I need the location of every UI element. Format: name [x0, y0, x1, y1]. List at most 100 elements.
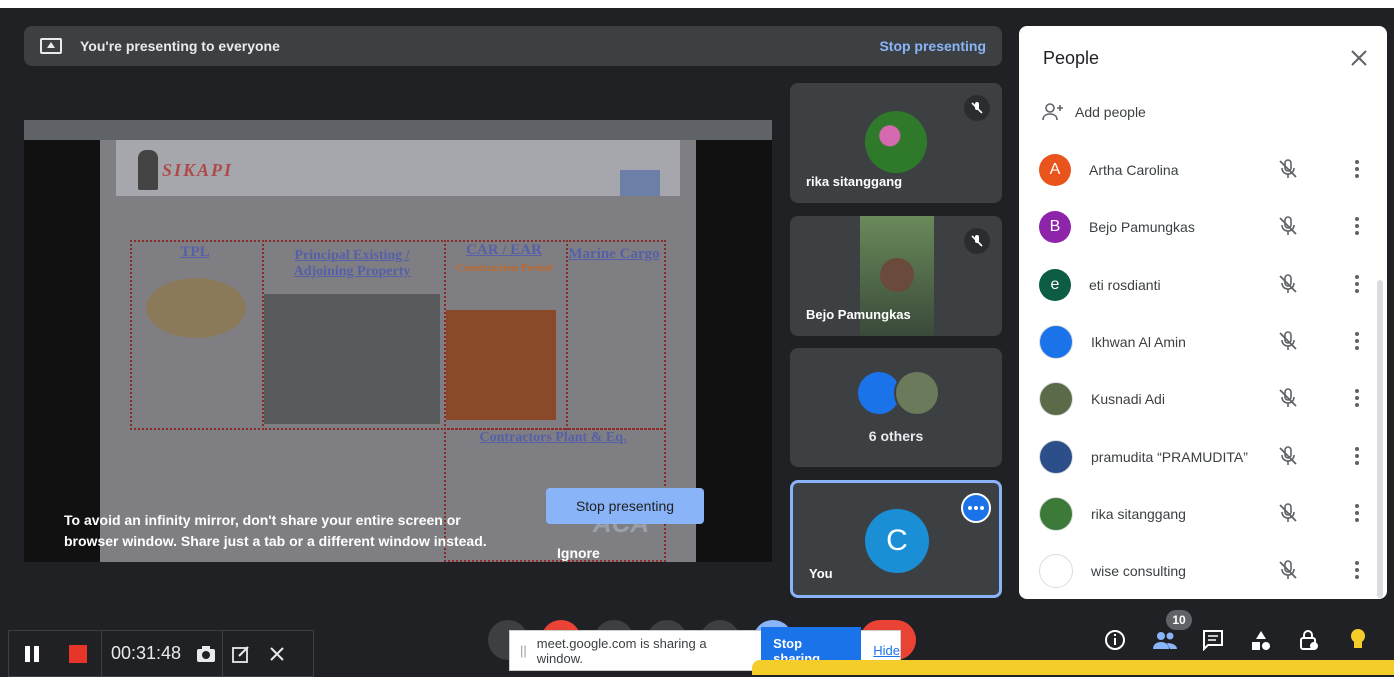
participant-tile-you[interactable]: C You — [790, 480, 1002, 598]
mic-off-icon[interactable] — [1277, 158, 1299, 185]
mic-off-icon[interactable] — [1277, 330, 1299, 357]
slide-title-contractors: Contractors Plant & Eq. — [479, 430, 627, 445]
others-count: 6 others — [868, 428, 924, 444]
participant-row[interactable]: rika sitanggang — [1039, 494, 1359, 534]
more-options-icon[interactable] — [961, 493, 991, 523]
avatar: A — [1039, 154, 1071, 186]
participant-row[interactable]: wise consulting — [1039, 551, 1359, 591]
participant-name: pramudita “PRAMUDITA” — [1091, 448, 1248, 465]
participant-name: Bejo Pamungkas — [806, 307, 911, 322]
slide-refinery-image — [264, 294, 440, 424]
slide-fire-image — [446, 310, 556, 420]
participant-tile-others[interactable]: 6 others — [790, 348, 1002, 467]
add-people-button[interactable]: Add people — [1041, 100, 1146, 124]
mic-off-icon[interactable] — [1277, 387, 1299, 414]
annotate-icon[interactable] — [223, 645, 259, 663]
activities-icon[interactable] — [1250, 625, 1272, 655]
participant-row[interactable]: B Bejo Pamungkas — [1039, 207, 1359, 247]
person-figure — [880, 258, 914, 292]
ignore-button[interactable]: Ignore — [557, 545, 600, 561]
people-scrollbar[interactable] — [1377, 280, 1383, 598]
mascot-icon — [138, 150, 158, 190]
you-avatar: C — [865, 509, 929, 573]
lightbulb-icon[interactable] — [1350, 625, 1366, 655]
slide-logo: SIKAPI — [162, 160, 234, 180]
more-vert-icon[interactable] — [1355, 503, 1359, 525]
present-screen-icon — [40, 38, 62, 54]
record-timer: 00:31:48 — [110, 643, 182, 663]
participant-name: Kusnadi Adi — [1091, 391, 1165, 408]
participant-row[interactable]: pramudita “PRAMUDITA” — [1039, 437, 1359, 477]
participant-tile-rika[interactable]: rika sitanggang — [790, 83, 1002, 203]
mic-off-icon[interactable] — [1277, 502, 1299, 529]
slide-badge-icon — [620, 170, 660, 196]
slide-header: SIKAPI — [116, 140, 680, 196]
more-vert-icon[interactable] — [1355, 217, 1359, 238]
avatar — [894, 370, 940, 416]
participant-row[interactable]: e eti rosdianti — [1039, 265, 1359, 305]
more-vert-icon[interactable] — [1355, 274, 1359, 296]
stop-presenting-link[interactable]: Stop presenting — [879, 38, 986, 54]
participant-row[interactable]: Kusnadi Adi — [1039, 379, 1359, 419]
infinity-mirror-warning: To avoid an infinity mirror, don't share… — [64, 512, 487, 549]
people-panel: People Add people A Artha Carolina B Bejo P… — [1019, 26, 1387, 599]
avatar — [1039, 439, 1073, 474]
slide-title-marine: Marine Cargo — [568, 246, 660, 262]
participant-name: Ikhwan Al Amin — [1091, 333, 1186, 350]
slide-explosion-image — [146, 278, 246, 338]
presenting-banner: You're presenting to everyone Stop prese… — [24, 26, 1002, 66]
add-people-label: Add people — [1075, 104, 1146, 120]
participant-row[interactable]: A Artha Carolina — [1039, 150, 1359, 190]
chat-icon[interactable] — [1202, 625, 1224, 655]
participant-name: rika sitanggang — [806, 174, 903, 189]
recording-toolbar: 00:31:48 — [8, 630, 314, 677]
close-recorder-icon[interactable] — [259, 646, 295, 662]
people-icon[interactable] — [1152, 625, 1178, 655]
mic-off-icon[interactable] — [1277, 559, 1299, 586]
close-icon[interactable] — [1347, 46, 1371, 70]
hide-link[interactable]: Hide — [873, 643, 900, 658]
people-title: People — [1043, 48, 1100, 68]
avatar — [1039, 496, 1073, 531]
add-person-icon — [1042, 103, 1063, 121]
participant-name: Artha Carolina — [1089, 162, 1179, 178]
stop-record-icon[interactable] — [55, 644, 101, 664]
avatar: B — [1039, 211, 1071, 244]
participant-name: wise consulting — [1091, 563, 1186, 580]
avatar — [1039, 324, 1073, 359]
participant-tile-bejo[interactable]: Bejo Pamungkas — [790, 216, 1002, 336]
mic-off-icon[interactable] — [1277, 273, 1299, 300]
pause-icon[interactable] — [9, 645, 55, 663]
participant-name: rika sitanggang — [1091, 505, 1186, 522]
mic-off-icon[interactable] — [1277, 215, 1299, 242]
info-icon[interactable] — [1104, 625, 1126, 655]
participant-row[interactable]: Ikhwan Al Amin — [1039, 322, 1359, 362]
participant-name: eti rosdianti — [1089, 276, 1161, 293]
mic-off-icon[interactable] — [1277, 445, 1299, 472]
top-edge — [0, 0, 1394, 8]
slide-title-car: CAR / EAR — [466, 242, 542, 258]
shared-screen: SIKAPI TPL Principal Existing / Adjoinin… — [24, 120, 772, 562]
mic-off-icon — [964, 228, 990, 254]
more-vert-icon[interactable] — [1355, 389, 1359, 410]
more-vert-icon[interactable] — [1355, 561, 1359, 582]
slide-title-principal: Principal Existing / Adjoining Property — [293, 248, 411, 279]
slide-box-marine — [566, 240, 666, 430]
mic-off-icon — [964, 95, 990, 121]
avatar — [1039, 554, 1073, 589]
participant-name: You — [809, 566, 833, 581]
more-vert-icon[interactable] — [1355, 160, 1359, 181]
sharing-text: meet.google.com is sharing a window. — [536, 635, 707, 666]
drag-handle-icon[interactable]: || — [520, 643, 527, 658]
presenting-text: You're presenting to everyone — [80, 38, 280, 54]
more-vert-icon[interactable] — [1355, 331, 1359, 353]
stop-presenting-button[interactable]: Stop presenting — [546, 488, 704, 524]
participant-name: Bejo Pamungkas — [1089, 219, 1195, 236]
screenshot-icon[interactable] — [190, 645, 222, 663]
more-vert-icon[interactable] — [1355, 446, 1359, 468]
avatar: e — [1039, 268, 1071, 301]
slide-title-tpl: TPL — [180, 244, 210, 260]
assistant-bar — [752, 660, 1394, 675]
host-controls-icon[interactable] — [1298, 625, 1320, 655]
slide-subtitle-construction: Construction Period — [456, 262, 552, 274]
